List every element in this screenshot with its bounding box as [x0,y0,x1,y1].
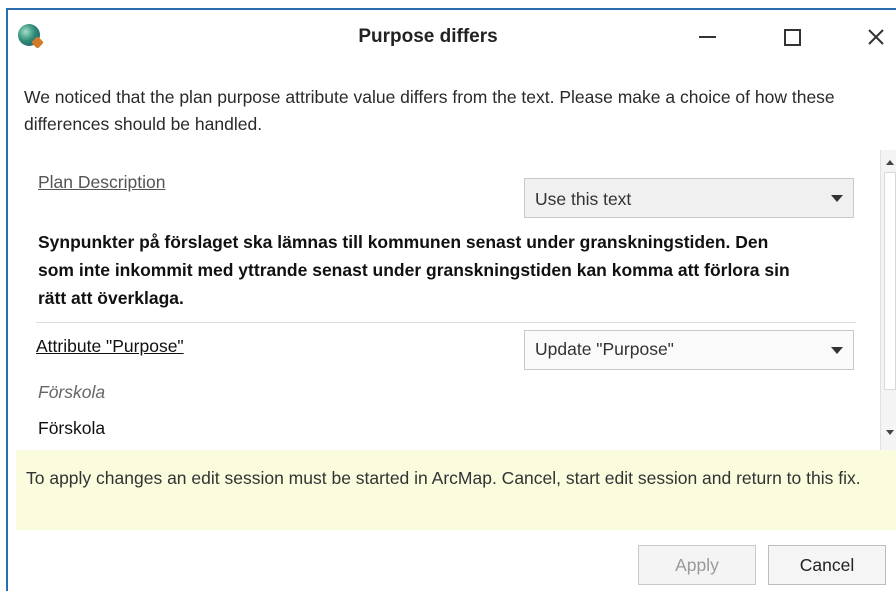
attribute-purpose-label[interactable]: Attribute "Purpose" [36,336,184,357]
scroll-down-button[interactable] [884,426,896,438]
differences-panel: Plan Description Use this text Synpunkte… [22,158,868,450]
chevron-down-icon [831,347,843,354]
vertical-scrollbar[interactable] [880,150,896,450]
arrow-up-icon [886,159,894,165]
minimize-icon [698,36,716,38]
title-bar: Purpose differs [8,10,896,62]
maximize-button[interactable] [772,20,812,54]
attribute-dropdown-value: Update "Purpose" [535,339,674,359]
maximize-icon [783,28,801,46]
scroll-up-button[interactable] [884,156,896,168]
apply-button[interactable]: Apply [638,545,756,585]
chevron-down-icon [831,195,843,202]
attribute-purpose-dropdown[interactable]: Update "Purpose" [524,330,854,370]
minimize-button[interactable] [687,20,727,54]
close-icon [868,29,884,45]
divider [36,322,856,323]
close-button[interactable] [856,20,896,54]
arrow-down-icon [886,429,894,435]
cancel-button[interactable]: Cancel [768,545,886,585]
scroll-thumb[interactable] [884,172,896,390]
plan-description-label[interactable]: Plan Description [38,172,165,193]
plan-description-dropdown[interactable]: Use this text [524,178,854,218]
attribute-new-value: Förskola [38,418,106,438]
plan-dropdown-value: Use this text [535,189,632,209]
edit-session-notice: To apply changes an edit session must be… [16,450,896,530]
plan-description-text: Synpunkter på förslaget ska lämnas till … [38,232,790,308]
dialog-window: Purpose differs We noticed that the plan… [6,8,896,591]
intro-text: We noticed that the plan purpose attribu… [24,87,835,134]
attribute-current-value: Förskola [38,382,106,402]
